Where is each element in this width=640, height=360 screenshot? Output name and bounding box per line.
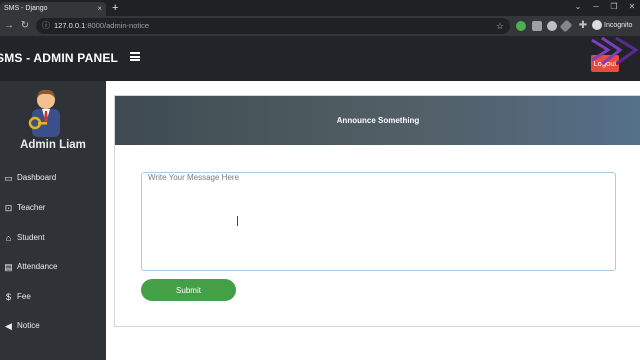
- graduation-cap-icon: ⌂: [5, 233, 12, 243]
- sidebar-item-label: Student: [17, 233, 45, 242]
- sidebar-item-label: Dashboard: [17, 173, 57, 182]
- incognito-profile[interactable]: Incognito: [592, 19, 632, 33]
- admin-name: Admin Liam: [20, 139, 86, 151]
- sidebar-item-notice[interactable]: ◀ Notice: [0, 315, 106, 337]
- card-title: Announce Something: [336, 116, 420, 125]
- tab-search-icon[interactable]: ⌄: [570, 0, 586, 16]
- reload-icon[interactable]: ↻: [18, 19, 32, 33]
- main-content: Announce Something Submit: [106, 81, 640, 360]
- incognito-icon: [592, 20, 602, 31]
- sidebar-item-label: Teacher: [17, 203, 46, 212]
- address-bar[interactable]: ⓘ 127.0.0.1:8000/admin-notice ☆: [36, 18, 510, 34]
- app-header: SMS - ADMIN PANEL Logout: [0, 36, 640, 81]
- cloud-extension-icon[interactable]: [547, 21, 557, 31]
- browser-tab-title: SMS - Django: [4, 5, 48, 12]
- sidebar-item-fee[interactable]: $ Fee: [0, 286, 106, 308]
- sidebar-item-student[interactable]: ⌂ Student: [0, 227, 106, 249]
- sidebar-item-teacher[interactable]: ⊡ Teacher: [0, 197, 106, 219]
- notice-card: Announce Something Submit: [114, 95, 640, 327]
- browser-toolbar: → ↻ ⓘ 127.0.0.1:8000/admin-notice ☆ ✚ In…: [0, 16, 640, 36]
- sidebar-item-label: Attendance: [17, 262, 58, 271]
- new-tab-icon[interactable]: +: [112, 1, 118, 15]
- sidebar-item-label: Notice: [17, 321, 40, 330]
- url-text: 127.0.0.1:8000/admin-notice: [54, 21, 150, 30]
- browser-tab-bar: SMS - Django × + ⌄ ─ ❐ ✕: [0, 0, 640, 16]
- submit-button[interactable]: Submit: [141, 279, 236, 301]
- brand-title: SMS - ADMIN PANEL: [0, 51, 119, 65]
- sidebar-item-dashboard[interactable]: ▭ Dashboard: [0, 167, 106, 189]
- monitor-icon: ▭: [4, 173, 13, 183]
- sidebar: Admin Liam ▭ Dashboard ⊡ Teacher ⌂ Stude…: [0, 81, 106, 360]
- message-textarea[interactable]: [141, 172, 616, 271]
- tab-close-icon[interactable]: ×: [97, 2, 102, 16]
- minimize-icon[interactable]: ─: [588, 0, 604, 16]
- sidebar-item-attendance[interactable]: ▤ Attendance: [0, 256, 106, 278]
- bookmark-star-icon[interactable]: ☆: [496, 18, 504, 34]
- camera-extension-icon[interactable]: [532, 21, 542, 31]
- browser-tab[interactable]: SMS - Django ×: [0, 2, 106, 16]
- forward-icon[interactable]: →: [2, 19, 16, 33]
- dollar-icon: $: [5, 292, 11, 302]
- extension-green-icon[interactable]: [516, 21, 526, 31]
- maximize-icon[interactable]: ❐: [606, 0, 622, 16]
- chalkboard-teacher-icon: ⊡: [4, 203, 13, 213]
- pen-extension-icon[interactable]: [559, 19, 573, 33]
- id-card-icon: ▤: [4, 262, 13, 272]
- site-info-icon[interactable]: ⓘ: [42, 18, 50, 34]
- text-cursor: [237, 216, 238, 226]
- extensions-puzzle-icon[interactable]: ✚: [576, 19, 590, 33]
- close-window-icon[interactable]: ✕: [624, 0, 640, 16]
- card-header: Announce Something: [115, 96, 640, 145]
- overlay-logo-icon: [591, 36, 639, 66]
- sidebar-item-label: Fee: [17, 292, 31, 301]
- admin-avatar: [28, 89, 60, 137]
- hamburger-menu-icon[interactable]: [130, 52, 140, 61]
- bullhorn-icon: ◀: [5, 321, 12, 331]
